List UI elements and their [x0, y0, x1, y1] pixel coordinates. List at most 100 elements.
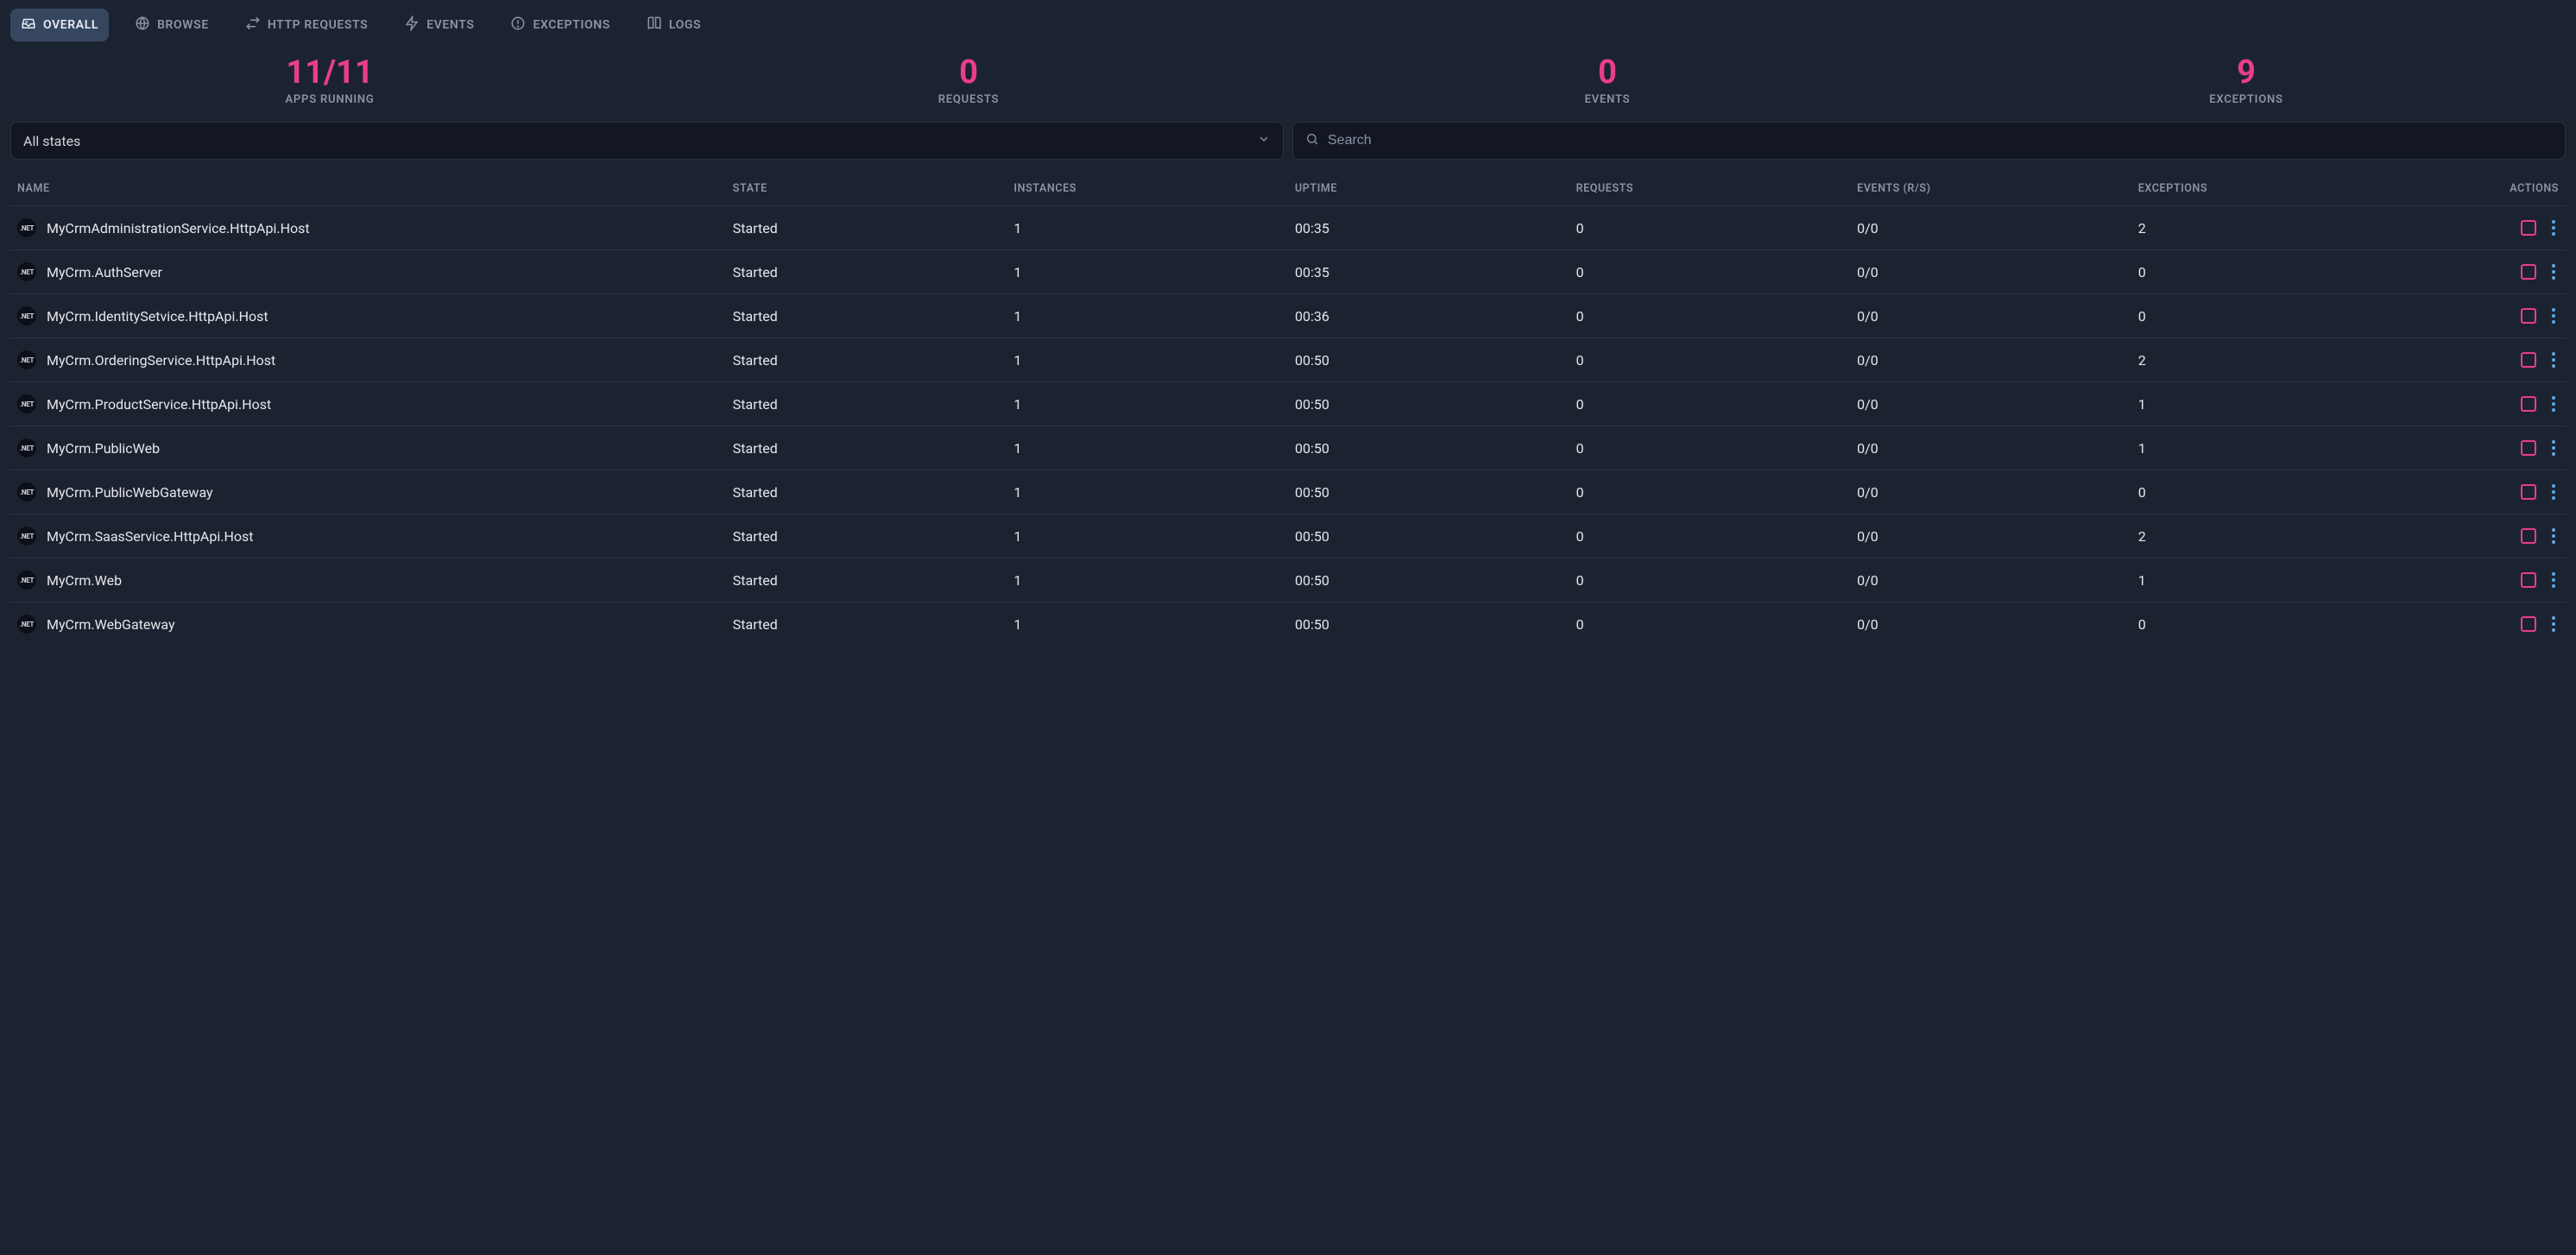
tab-label: LOGS [669, 18, 701, 32]
search-icon [1305, 132, 1319, 149]
table-row: .NETMyCrm.OrderingService.HttpApi.HostSt… [10, 338, 2566, 382]
tab-browse[interactable]: BROWSE [124, 9, 219, 41]
search-box[interactable] [1292, 122, 2566, 160]
stat-apps: 11/11 APPS RUNNING [10, 54, 649, 106]
app-requests: 0 [1569, 250, 1851, 294]
more-actions-button[interactable] [2548, 615, 2559, 634]
tab-http[interactable]: HTTP REQUESTS [235, 9, 378, 41]
dotnet-icon: .NET [17, 571, 36, 590]
app-name[interactable]: MyCrmAdministrationService.HttpApi.Host [47, 220, 310, 236]
app-uptime: 00:35 [1288, 206, 1569, 250]
stop-button[interactable] [2521, 572, 2536, 588]
dotnet-icon: .NET [17, 615, 36, 634]
tabs: OVERALL BROWSE HTTP REQUESTS EVENTS EXCEPTIO… [0, 0, 2576, 45]
bolt-icon [404, 16, 420, 35]
app-exceptions: 0 [2131, 470, 2387, 514]
app-name[interactable]: MyCrm.OrderingService.HttpApi.Host [47, 352, 275, 369]
app-name[interactable]: MyCrm.ProductService.HttpApi.Host [47, 396, 271, 413]
stop-button[interactable] [2521, 616, 2536, 632]
app-name[interactable]: MyCrm.IdentitySetvice.HttpApi.Host [47, 308, 268, 325]
dotnet-icon: .NET [17, 394, 36, 413]
app-name[interactable]: MyCrm.PublicWeb [47, 440, 160, 457]
table-row: .NETMyCrm.PublicWebGatewayStarted100:500… [10, 470, 2566, 514]
app-exceptions: 2 [2131, 206, 2387, 250]
app-name[interactable]: MyCrm.Web [47, 572, 122, 589]
tab-overall[interactable]: OVERALL [10, 9, 109, 41]
app-uptime: 00:36 [1288, 294, 1569, 338]
app-instances: 1 [1007, 602, 1288, 646]
app-instances: 1 [1007, 514, 1288, 558]
dotnet-icon: .NET [17, 350, 36, 369]
tab-logs[interactable]: LOGS [636, 9, 711, 41]
col-instances: INSTANCES [1007, 172, 1288, 206]
app-state: Started [726, 514, 1007, 558]
state-filter-select[interactable]: All states [10, 122, 1284, 160]
app-name[interactable]: MyCrm.WebGateway [47, 616, 175, 633]
app-state: Started [726, 206, 1007, 250]
app-name[interactable]: MyCrm.PublicWebGateway [47, 484, 213, 501]
app-requests: 0 [1569, 470, 1851, 514]
dotnet-icon: .NET [17, 527, 36, 546]
app-state: Started [726, 558, 1007, 602]
swap-icon [245, 16, 261, 35]
stop-button[interactable] [2521, 484, 2536, 500]
tab-events[interactable]: EVENTS [394, 9, 484, 41]
stop-button[interactable] [2521, 528, 2536, 544]
app-instances: 1 [1007, 470, 1288, 514]
app-events: 0/0 [1850, 338, 2131, 382]
app-exceptions: 0 [2131, 250, 2387, 294]
more-actions-button[interactable] [2548, 218, 2559, 237]
app-uptime: 00:50 [1288, 470, 1569, 514]
app-uptime: 00:50 [1288, 382, 1569, 426]
app-instances: 1 [1007, 294, 1288, 338]
chevron-down-icon [1257, 132, 1271, 149]
book-icon [647, 16, 662, 35]
app-exceptions: 2 [2131, 338, 2387, 382]
app-events: 0/0 [1850, 206, 2131, 250]
app-instances: 1 [1007, 338, 1288, 382]
table-row: .NETMyCrm.AuthServerStarted100:3500/00 [10, 250, 2566, 294]
app-requests: 0 [1569, 294, 1851, 338]
search-input[interactable] [1328, 133, 2553, 148]
app-events: 0/0 [1850, 470, 2131, 514]
stop-button[interactable] [2521, 396, 2536, 412]
tab-exceptions[interactable]: EXCEPTIONS [500, 9, 620, 41]
more-actions-button[interactable] [2548, 571, 2559, 590]
stop-button[interactable] [2521, 220, 2536, 236]
state-filter-value: All states [23, 133, 80, 149]
app-state: Started [726, 250, 1007, 294]
more-actions-button[interactable] [2548, 306, 2559, 325]
app-exceptions: 1 [2131, 558, 2387, 602]
stat-exceptions-value: 9 [1927, 54, 2566, 91]
tab-label: EXCEPTIONS [533, 18, 609, 32]
alert-icon [510, 16, 526, 35]
app-uptime: 00:50 [1288, 426, 1569, 470]
stop-button[interactable] [2521, 352, 2536, 368]
table-row: .NETMyCrm.ProductService.HttpApi.HostSta… [10, 382, 2566, 426]
stat-apps-label: APPS RUNNING [10, 93, 649, 106]
stat-exceptions: 9 EXCEPTIONS [1927, 54, 2566, 106]
inbox-icon [21, 16, 36, 35]
stop-button[interactable] [2521, 308, 2536, 324]
tab-label: OVERALL [43, 18, 98, 32]
more-actions-button[interactable] [2548, 394, 2559, 413]
stop-button[interactable] [2521, 440, 2536, 456]
stats-row: 11/11 APPS RUNNING 0 REQUESTS 0 EVENTS 9… [0, 45, 2576, 122]
dotnet-icon: .NET [17, 482, 36, 501]
stat-events-label: EVENTS [1288, 93, 1927, 106]
stop-button[interactable] [2521, 264, 2536, 280]
app-name[interactable]: MyCrm.AuthServer [47, 264, 162, 281]
dotnet-icon: .NET [17, 218, 36, 237]
col-events: EVENTS (R/S) [1850, 172, 2131, 206]
more-actions-button[interactable] [2548, 350, 2559, 369]
more-actions-button[interactable] [2548, 438, 2559, 457]
app-events: 0/0 [1850, 514, 2131, 558]
app-name[interactable]: MyCrm.SaasService.HttpApi.Host [47, 528, 253, 545]
app-requests: 0 [1569, 426, 1851, 470]
more-actions-button[interactable] [2548, 262, 2559, 281]
app-instances: 1 [1007, 558, 1288, 602]
app-uptime: 00:50 [1288, 514, 1569, 558]
table-row: .NETMyCrm.IdentitySetvice.HttpApi.HostSt… [10, 294, 2566, 338]
more-actions-button[interactable] [2548, 527, 2559, 546]
more-actions-button[interactable] [2548, 482, 2559, 501]
